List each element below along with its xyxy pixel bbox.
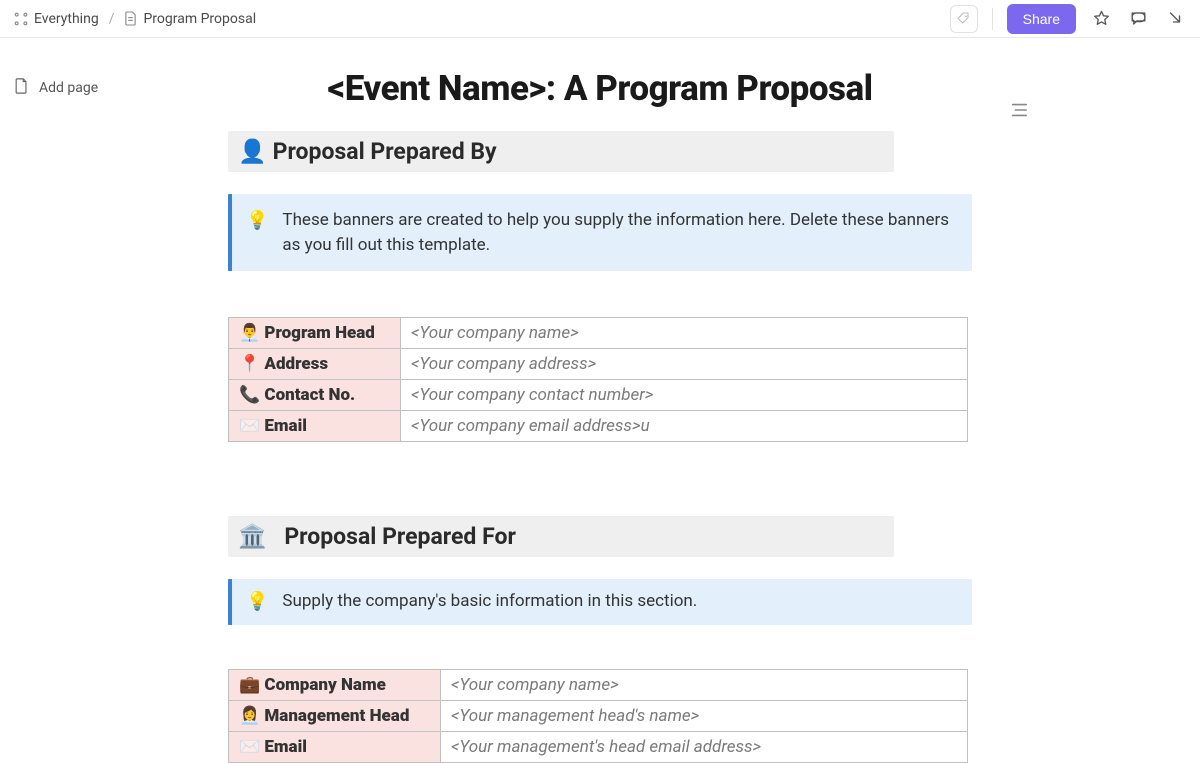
breadcrumb: Everything / Program Proposal bbox=[14, 11, 256, 27]
label-program-head[interactable]: 👨‍💼 Program Head bbox=[229, 318, 401, 349]
share-button[interactable]: Share bbox=[1007, 4, 1076, 34]
value-email2[interactable]: <Your management's head email address> bbox=[441, 732, 968, 763]
grid-icon bbox=[14, 12, 28, 26]
breadcrumb-separator: / bbox=[109, 11, 115, 27]
label-address[interactable]: 📍 Address bbox=[229, 349, 401, 380]
download-icon[interactable] bbox=[1164, 8, 1186, 30]
table-row: 👨‍💼 Program Head <Your company name> bbox=[229, 318, 968, 349]
main-content: <Event Name>: A Program Proposal 👤 Propo… bbox=[0, 38, 1200, 763]
section-heading-prepared-by[interactable]: 👤 Proposal Prepared By bbox=[228, 131, 894, 172]
document-icon bbox=[124, 11, 137, 26]
table-row: 👩‍💼 Management Head <Your management hea… bbox=[229, 701, 968, 732]
label-email[interactable]: ✉️ Email bbox=[229, 411, 401, 442]
label-management-head[interactable]: 👩‍💼 Management Head bbox=[229, 701, 441, 732]
add-page-icon bbox=[14, 78, 29, 98]
banner-text: These banners are created to help you su… bbox=[282, 208, 954, 257]
table-row: 💼 Company Name <Your company name> bbox=[229, 670, 968, 701]
label-email2[interactable]: ✉️ Email bbox=[229, 732, 441, 763]
breadcrumb-everything[interactable]: Everything bbox=[14, 11, 99, 27]
info-banner[interactable]: 💡 These banners are created to help you … bbox=[228, 194, 972, 271]
divider bbox=[992, 8, 993, 30]
section-heading-prepared-for[interactable]: 🏛️ Proposal Prepared For bbox=[228, 516, 894, 557]
value-email[interactable]: <Your company email address>u bbox=[401, 411, 968, 442]
topbar: Everything / Program Proposal Share bbox=[0, 0, 1200, 38]
tag-button[interactable] bbox=[950, 5, 978, 33]
table-row: 📞 Contact No. <Your company contact numb… bbox=[229, 380, 968, 411]
breadcrumb-page-label: Program Proposal bbox=[143, 11, 256, 27]
outline-icon[interactable] bbox=[1010, 102, 1028, 122]
bank-icon: 🏛️ bbox=[238, 523, 267, 550]
breadcrumb-root-label: Everything bbox=[34, 11, 99, 27]
page-title[interactable]: <Event Name>: A Program Proposal bbox=[327, 68, 872, 109]
topbar-actions: Share bbox=[950, 4, 1186, 34]
breadcrumb-page[interactable]: Program Proposal bbox=[124, 11, 256, 27]
label-contact[interactable]: 📞 Contact No. bbox=[229, 380, 401, 411]
person-icon: 👤 bbox=[238, 138, 267, 165]
prepared-by-table: 👨‍💼 Program Head <Your company name> 📍 A… bbox=[228, 317, 968, 442]
lightbulb-icon: 💡 bbox=[246, 208, 268, 257]
section-heading-text: Proposal Prepared For bbox=[284, 523, 516, 550]
value-program-head[interactable]: <Your company name> bbox=[401, 318, 968, 349]
comment-icon[interactable] bbox=[1127, 7, 1150, 30]
banner-text: Supply the company's basic information i… bbox=[282, 589, 697, 615]
value-contact[interactable]: <Your company contact number> bbox=[401, 380, 968, 411]
section-heading-text: Proposal Prepared By bbox=[273, 138, 497, 165]
add-page-label: Add page bbox=[39, 80, 98, 96]
lightbulb-icon: 💡 bbox=[246, 589, 268, 615]
prepared-for-table: 💼 Company Name <Your company name> 👩‍💼 M… bbox=[228, 669, 968, 763]
document-body: 👤 Proposal Prepared By 💡 These banners a… bbox=[228, 131, 972, 763]
table-row: 📍 Address <Your company address> bbox=[229, 349, 968, 380]
info-banner[interactable]: 💡 Supply the company's basic information… bbox=[228, 579, 972, 625]
value-address[interactable]: <Your company address> bbox=[401, 349, 968, 380]
table-row: ✉️ Email <Your management's head email a… bbox=[229, 732, 968, 763]
add-page-button[interactable]: Add page bbox=[14, 78, 98, 98]
value-management-head[interactable]: <Your management head's name> bbox=[441, 701, 968, 732]
star-icon[interactable] bbox=[1090, 7, 1113, 30]
value-company-name[interactable]: <Your company name> bbox=[441, 670, 968, 701]
label-company-name[interactable]: 💼 Company Name bbox=[229, 670, 441, 701]
table-row: ✉️ Email <Your company email address>u bbox=[229, 411, 968, 442]
